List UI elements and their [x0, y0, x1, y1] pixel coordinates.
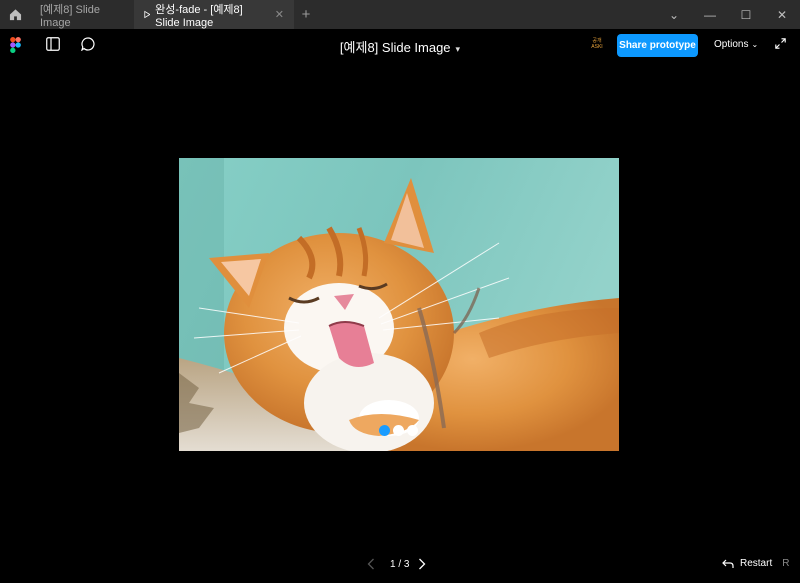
slide-dot-1[interactable]: [379, 425, 390, 436]
slide-dot-3[interactable]: [407, 425, 418, 436]
close-tab-icon[interactable]: ✕: [275, 8, 284, 21]
previous-frame-button[interactable]: [367, 557, 375, 573]
chevron-right-icon: [419, 558, 426, 570]
slide-image-frame[interactable]: [179, 158, 619, 451]
status-badge: 공개 ASKI: [588, 38, 606, 52]
chevron-down-icon[interactable]: ⌄: [656, 0, 692, 29]
home-button[interactable]: [0, 0, 30, 29]
frame-counter: 1 / 3: [390, 559, 410, 570]
share-prototype-button[interactable]: Share prototype: [617, 34, 698, 57]
expand-icon: [775, 38, 786, 49]
window-controls: ⌄ — ☐ ✕: [656, 0, 800, 29]
window-tab-bar: [예제8] Slide Image 완성-fade - [예제8] Slide …: [0, 0, 800, 29]
restart-shortcut-key: R: [782, 558, 790, 569]
close-window-button[interactable]: ✕: [764, 0, 800, 29]
options-label: Options: [714, 39, 749, 50]
tab-label: 완성-fade - [예제8] Slide Image: [155, 3, 243, 29]
new-tab-button[interactable]: +: [294, 0, 318, 29]
restart-label: Restart: [740, 558, 773, 569]
file-title: [예제8] Slide Image: [339, 40, 451, 55]
next-frame-button[interactable]: [418, 557, 426, 573]
tab-slide-image[interactable]: [예제8] Slide Image: [30, 0, 134, 29]
chevron-down-icon: ▾: [455, 44, 461, 54]
tab-label: [예제8] Slide Image: [40, 3, 100, 29]
chevron-left-icon: [367, 558, 374, 570]
maximize-button[interactable]: ☐: [728, 0, 764, 29]
badge-line-2: ASKI: [591, 44, 603, 50]
home-icon: [9, 9, 21, 21]
slider-pagination: [379, 425, 418, 436]
chevron-down-icon: ⌄: [751, 40, 759, 49]
prototype-toolbar: [예제8] Slide Image ▾ 공개 ASKI Share prototy…: [0, 29, 800, 61]
restart-button[interactable]: Restart R: [722, 558, 789, 569]
play-icon: [144, 10, 151, 19]
fullscreen-button[interactable]: [775, 38, 786, 49]
restart-arrow-icon: [722, 559, 734, 568]
options-menu-button[interactable]: Options ⌄: [714, 39, 758, 50]
minimize-button[interactable]: —: [692, 0, 728, 29]
tab-fade-slide-image[interactable]: 완성-fade - [예제8] Slide Image ✕: [134, 0, 294, 29]
cat-photo: [179, 158, 619, 451]
slide-dot-2[interactable]: [393, 425, 404, 436]
